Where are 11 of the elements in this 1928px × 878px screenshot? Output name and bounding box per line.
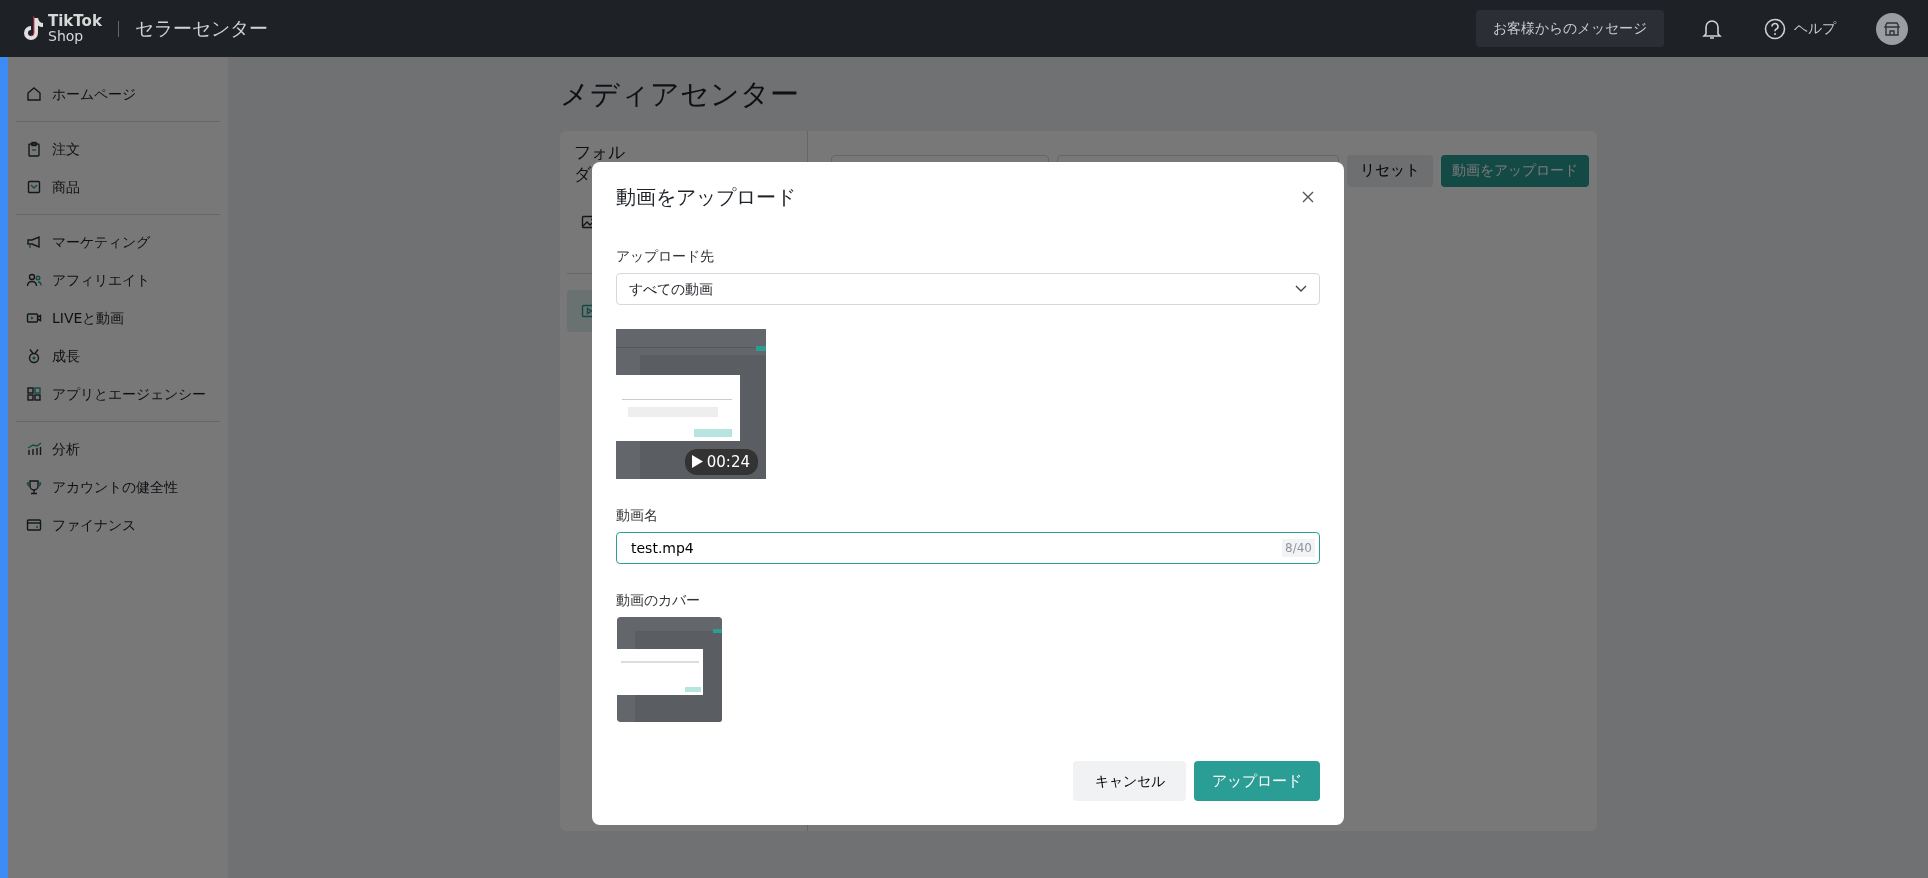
folder-heading: フォルダ [574, 140, 626, 185]
field-label: 動画のカバー [616, 591, 701, 610]
logo-text: Shop [48, 29, 85, 43]
duration-text: 00:24 [706, 451, 750, 473]
field-label: アップロード先 [616, 247, 715, 266]
character-count: 8/40 [1282, 539, 1315, 557]
app-title: セラーセンター [134, 16, 268, 42]
field-label: 動画名 [616, 506, 659, 525]
logo-text: TikTok [48, 14, 102, 29]
dialog-title: 動画をアップロード [616, 184, 796, 211]
page-title: メディアセンター [560, 76, 800, 113]
